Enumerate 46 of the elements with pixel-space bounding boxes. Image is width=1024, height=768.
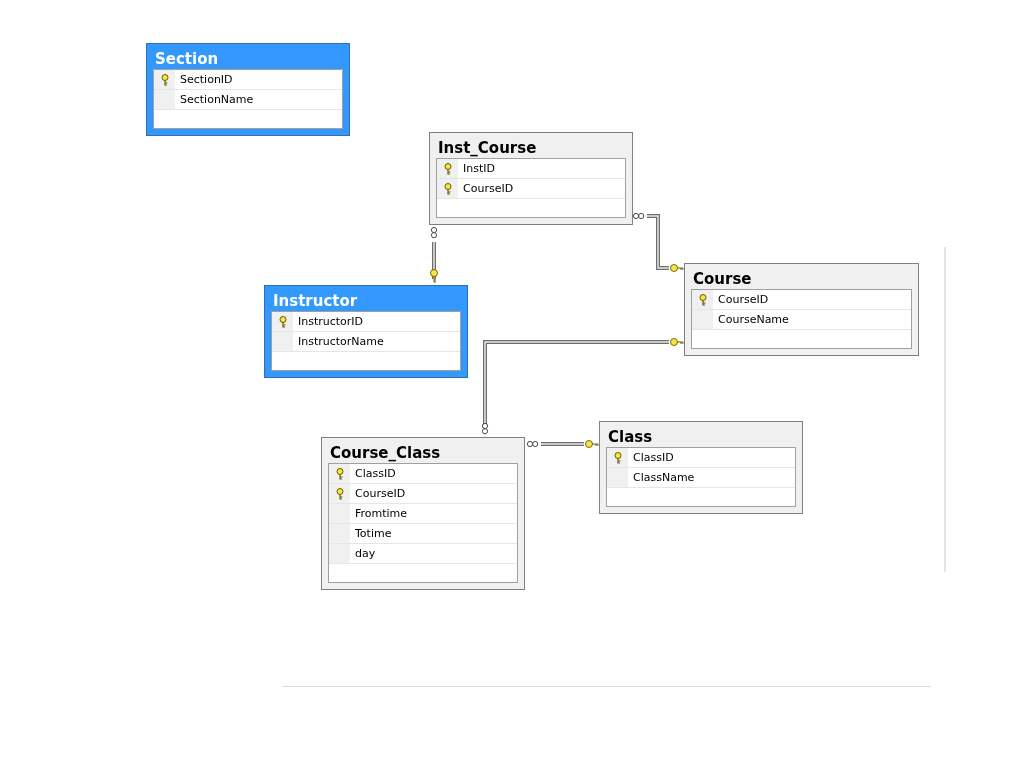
row-selector[interactable] (437, 179, 459, 198)
column-name: InstructorName (297, 334, 384, 350)
row-selector[interactable] (437, 159, 459, 178)
table-card[interactable]: Class ClassID ClassName (599, 421, 803, 514)
key-icon (443, 162, 452, 175)
column-name: ClassName (632, 470, 695, 486)
table-title: Section (154, 50, 220, 68)
column-name: Fromtime (354, 506, 408, 522)
column-name: InstID (462, 161, 495, 177)
column-name: CourseID (717, 292, 769, 308)
column-name: CourseID (462, 181, 514, 197)
column-name: Totime (354, 526, 392, 542)
column-name: InstructorID (297, 314, 364, 330)
table-card[interactable]: Section SectionID SectionName (146, 43, 350, 136)
table-title: Instructor (272, 292, 359, 310)
column-name: day (354, 546, 376, 562)
table-card[interactable]: Inst_Course InstID CourseID (429, 132, 633, 225)
key-icon (443, 182, 452, 195)
column-name: SectionID (179, 72, 233, 88)
key-icon (613, 451, 622, 464)
row-selector[interactable] (154, 70, 176, 89)
column-name: SectionName (179, 92, 254, 108)
row-selector[interactable] (607, 448, 629, 467)
row-selector[interactable] (692, 290, 714, 309)
key-icon (160, 73, 169, 86)
column-name: CourseID (354, 486, 406, 502)
row-selector[interactable] (329, 464, 351, 483)
table-card[interactable]: Course CourseID CourseName (684, 263, 919, 356)
key-icon (335, 487, 344, 500)
table-card[interactable]: Instructor InstructorID InstructorName (264, 285, 468, 378)
row-selector[interactable] (272, 312, 294, 331)
relationship-line[interactable] (632, 212, 684, 272)
table-title: Course (692, 270, 753, 288)
table-title: Class (607, 428, 654, 446)
column-name: CourseName (717, 312, 789, 328)
column-name: ClassID (354, 466, 396, 482)
key-icon (698, 293, 707, 306)
key-icon (335, 467, 344, 480)
table-title: Course_Class (329, 444, 442, 462)
column-name: ClassID (632, 450, 674, 466)
row-selector[interactable] (329, 484, 351, 503)
relationship-line[interactable] (526, 440, 599, 448)
table-card[interactable]: Course_Class ClassID CourseID Fromtime Totime day (321, 437, 525, 590)
relationship-line[interactable] (430, 226, 438, 283)
key-icon (278, 315, 287, 328)
table-title: Inst_Course (437, 139, 538, 157)
